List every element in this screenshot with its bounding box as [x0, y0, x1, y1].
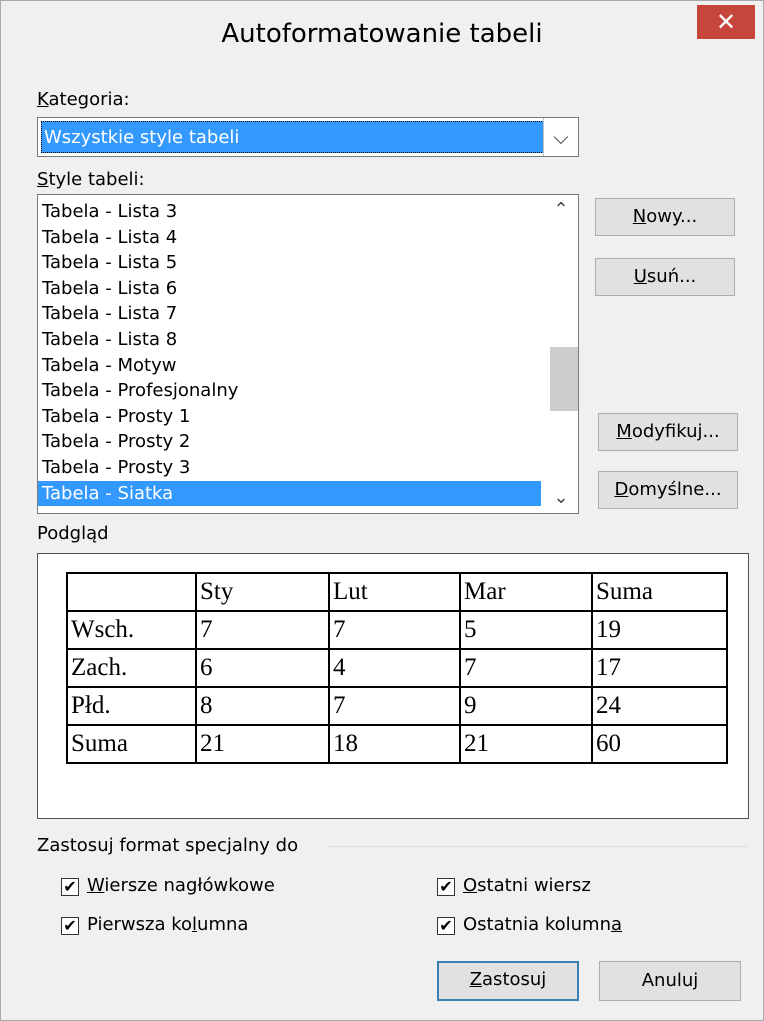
- special-format-label: Zastosuj format specjalny do: [37, 835, 299, 856]
- table-cell: 60: [591, 724, 728, 764]
- last-column-checkbox[interactable]: ✔: [437, 917, 455, 935]
- modify-style-button[interactable]: Modyfikuj...: [598, 413, 738, 451]
- close-icon: ✕: [715, 8, 737, 36]
- table-cell: 19: [591, 610, 728, 650]
- table-cell: 6: [195, 648, 330, 688]
- table-cell: 21: [459, 724, 593, 764]
- table-cell: Suma: [591, 572, 728, 612]
- first-column-checkbox[interactable]: ✔: [61, 917, 79, 935]
- list-item[interactable]: Tabela - Lista 7: [38, 301, 541, 327]
- apply-button[interactable]: Zastosuj: [437, 961, 579, 1001]
- styles-scrollbar[interactable]: ⌃ ⌄: [544, 195, 578, 513]
- category-combobox[interactable]: Wszystkie style tabeli ⌵: [37, 117, 579, 157]
- styles-label: Style tabeli:: [37, 169, 145, 190]
- table-cell: Sty: [195, 572, 330, 612]
- first-column-label[interactable]: Pierwsza kolumna: [87, 914, 248, 935]
- table-cell: 7: [328, 610, 461, 650]
- table-cell: 7: [459, 648, 593, 688]
- table-cell: 5: [459, 610, 593, 650]
- list-item[interactable]: Tabela - Lista 3: [38, 199, 541, 225]
- list-item[interactable]: Tabela - Lista 5: [38, 250, 541, 276]
- header-rows-checkbox[interactable]: ✔: [61, 878, 79, 896]
- category-value: Wszystkie style tabeli: [41, 121, 544, 153]
- group-divider: [327, 846, 747, 847]
- table-cell: Suma: [66, 724, 197, 764]
- table-row: Sty Lut Mar Suma: [66, 572, 728, 612]
- last-row-label[interactable]: Ostatni wiersz: [463, 875, 591, 896]
- table-cell: Mar: [459, 572, 593, 612]
- check-icon: ✔: [439, 916, 453, 935]
- table-row: Suma 21 18 21 60: [66, 724, 728, 764]
- table-cell: 21: [195, 724, 330, 764]
- table-row: Płd. 8 7 9 24: [66, 686, 728, 726]
- table-cell: 4: [328, 648, 461, 688]
- cancel-button[interactable]: Anuluj: [599, 961, 741, 1001]
- preview-table: Sty Lut Mar Suma Wsch. 7 7 5 19 Zach. 6 …: [66, 572, 728, 764]
- last-column-label[interactable]: Ostatnia kolumna: [463, 914, 622, 935]
- check-icon: ✔: [63, 877, 77, 896]
- list-item[interactable]: Tabela - Profesjonalny: [38, 378, 541, 404]
- table-cell: Zach.: [66, 648, 197, 688]
- check-icon: ✔: [439, 877, 453, 896]
- table-row: Wsch. 7 7 5 19: [66, 610, 728, 650]
- table-cell: 7: [328, 686, 461, 726]
- list-item-selected[interactable]: Tabela - Siatka: [38, 480, 541, 507]
- default-style-button[interactable]: Domyślne...: [598, 471, 738, 509]
- dialog-title: Autoformatowanie tabeli: [221, 19, 543, 49]
- title-bar[interactable]: Autoformatowanie tabeli ✕: [1, 1, 763, 79]
- preview-label: Podgląd: [37, 523, 109, 544]
- list-item[interactable]: Tabela - Prosty 2: [38, 429, 541, 455]
- list-item[interactable]: Tabela - Lista 8: [38, 327, 541, 353]
- list-item[interactable]: Tabela - Prosty 1: [38, 404, 541, 430]
- table-cell: 8: [195, 686, 330, 726]
- autoformat-dialog: Autoformatowanie tabeli ✕ Kategoria: Wsz…: [0, 0, 764, 1021]
- close-button[interactable]: ✕: [697, 5, 755, 39]
- table-cell: Płd.: [66, 686, 197, 726]
- chevron-down-icon[interactable]: ⌄: [544, 483, 578, 513]
- table-cell: 18: [328, 724, 461, 764]
- table-cell: Lut: [328, 572, 461, 612]
- category-label: Kategoria:: [37, 89, 130, 110]
- chevron-down-icon[interactable]: ⌵: [543, 118, 578, 156]
- preview-area: Sty Lut Mar Suma Wsch. 7 7 5 19 Zach. 6 …: [37, 553, 749, 819]
- list-item[interactable]: Tabela - Lista 6: [38, 276, 541, 302]
- table-cell: Wsch.: [66, 610, 197, 650]
- table-cell: 17: [591, 648, 728, 688]
- table-cell: 9: [459, 686, 593, 726]
- new-style-button[interactable]: Nowy...: [595, 198, 735, 236]
- list-item[interactable]: Tabela - Motyw: [38, 353, 541, 379]
- last-row-checkbox[interactable]: ✔: [437, 878, 455, 896]
- table-cell: 24: [591, 686, 728, 726]
- delete-style-button[interactable]: Usuń...: [595, 258, 735, 296]
- scrollbar-thumb[interactable]: [550, 347, 578, 411]
- header-rows-label[interactable]: Wiersze nagłówkowe: [87, 875, 275, 896]
- list-item[interactable]: Tabela - Prosty 3: [38, 455, 541, 481]
- check-icon: ✔: [63, 916, 77, 935]
- table-cell: [66, 572, 197, 612]
- styles-listbox[interactable]: Tabela - Lista 3 Tabela - Lista 4 Tabela…: [37, 194, 579, 514]
- table-cell: 7: [195, 610, 330, 650]
- list-item[interactable]: Tabela - Lista 4: [38, 225, 541, 251]
- table-row: Zach. 6 4 7 17: [66, 648, 728, 688]
- chevron-up-icon[interactable]: ⌃: [544, 195, 578, 225]
